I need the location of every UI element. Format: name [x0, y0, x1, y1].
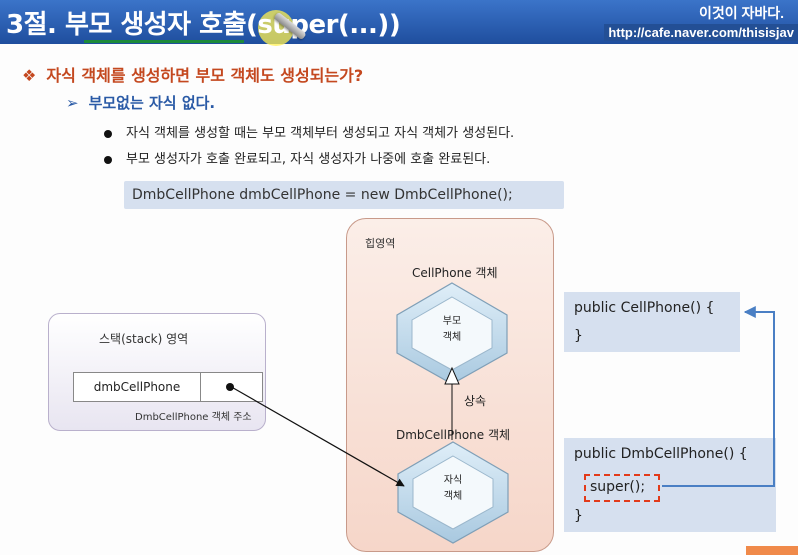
- inheritance-arrow: [444, 366, 460, 440]
- parent-hex-text: 객체: [443, 331, 461, 343]
- parent-hex-text: 부모: [443, 316, 461, 327]
- child-object-hexagon: 자식 객체: [397, 441, 509, 544]
- super-call-arrow: [662, 306, 775, 487]
- corner-tab: [746, 546, 798, 555]
- child-hex-text: 객체: [444, 490, 462, 502]
- diagram-graphics: 부모 객체 자식 객체: [227, 282, 775, 544]
- child-hex-text: 자식: [444, 474, 462, 486]
- reference-arrow: [227, 384, 405, 487]
